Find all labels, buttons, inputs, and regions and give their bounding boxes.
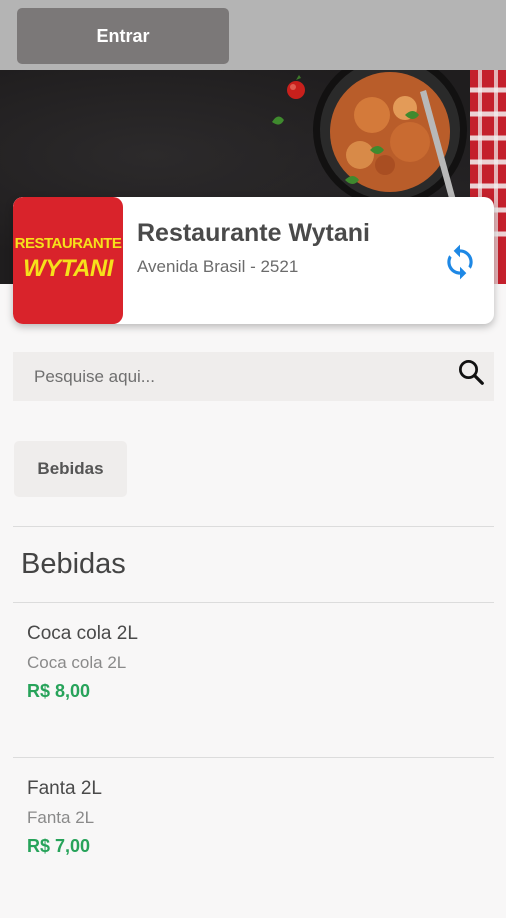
- search-input[interactable]: [13, 352, 443, 401]
- restaurant-card: RESTAURANTE WYTANI Restaurante Wytani Av…: [13, 197, 494, 324]
- logo-text-line1: RESTAURANTE: [14, 235, 122, 252]
- product-description: Fanta 2L: [27, 808, 95, 827]
- product-name: Coca cola 2L: [27, 623, 138, 644]
- product-item[interactable]: Coca cola 2L Coca cola 2L R$ 8,00: [0, 623, 506, 763]
- divider: [13, 526, 494, 527]
- restaurant-address: Avenida Brasil - 2521: [137, 257, 299, 276]
- divider: [13, 602, 494, 603]
- product-price: R$ 8,00: [27, 681, 91, 701]
- login-button[interactable]: Entrar: [17, 8, 229, 64]
- category-chip-bebidas[interactable]: Bebidas: [14, 441, 127, 497]
- product-description: Coca cola 2L: [27, 653, 127, 672]
- search-icon[interactable]: [456, 357, 486, 387]
- product-name: Fanta 2L: [27, 778, 102, 799]
- top-bar: Entrar: [0, 0, 506, 70]
- section-title: Bebidas: [21, 548, 126, 580]
- search-bar: [13, 352, 494, 401]
- logo-text-line2: WYTANI: [23, 255, 113, 282]
- restaurant-logo: RESTAURANTE WYTANI: [13, 197, 123, 324]
- restaurant-name: Restaurante Wytani: [137, 219, 370, 247]
- refresh-icon[interactable]: [441, 243, 479, 281]
- product-price: R$ 7,00: [27, 836, 91, 856]
- product-item[interactable]: Fanta 2L Fanta 2L R$ 7,00: [0, 778, 506, 918]
- divider: [13, 757, 494, 758]
